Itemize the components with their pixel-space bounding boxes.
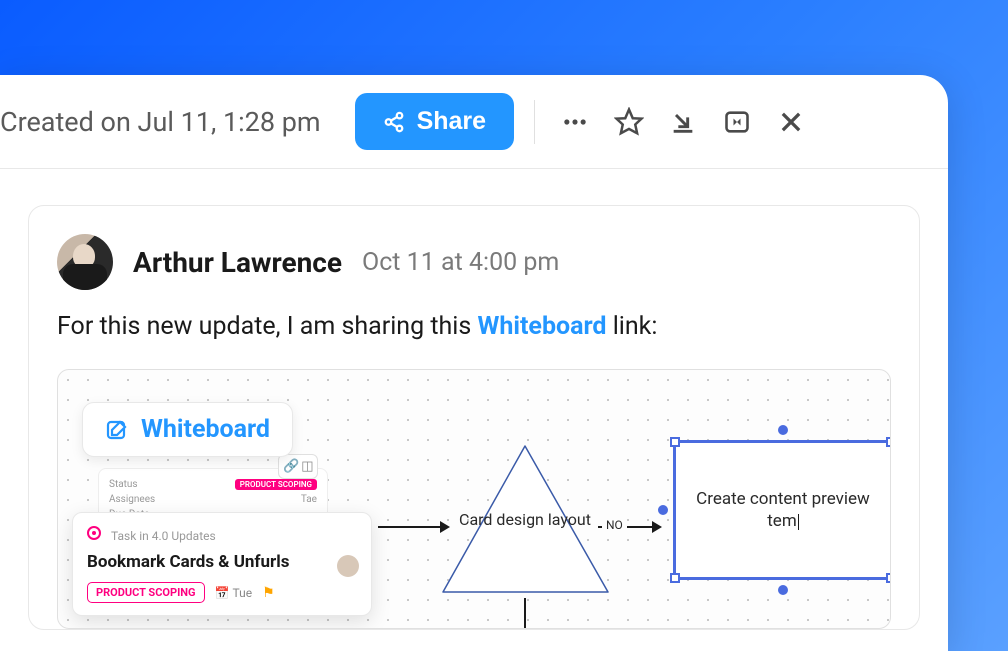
whiteboard-link[interactable]: Whiteboard <box>477 312 606 341</box>
task-breadcrumb: Task in 4.0 Updates <box>111 529 216 543</box>
comment-text-pre: For this new update, I am sharing this <box>57 312 477 341</box>
text-cursor <box>798 514 799 530</box>
bg-status-label: Status <box>109 479 138 490</box>
panel-icon <box>723 108 751 136</box>
resize-handle-tr[interactable] <box>886 437 891 447</box>
edge-label-no: NO <box>602 518 627 532</box>
toolbar-divider <box>534 100 535 144</box>
close-button[interactable] <box>771 102 811 142</box>
edge-handle-bottom[interactable] <box>778 585 788 595</box>
resize-handle-bl[interactable] <box>670 573 680 583</box>
triangle-text: Card design layout <box>450 510 600 531</box>
share-label: Share <box>417 107 486 136</box>
app-window: Created on Jul 11, 1:28 pm Share <box>0 75 948 651</box>
more-button[interactable] <box>555 102 595 142</box>
comment-card: Arthur Lawrence Oct 11 at 4:00 pm For th… <box>28 205 920 630</box>
author-avatar[interactable] <box>57 234 113 290</box>
assignee-avatar <box>337 555 359 577</box>
columns-icon: ◫ <box>301 459 313 474</box>
toolbar: Created on Jul 11, 1:28 pm Share <box>0 75 948 169</box>
bg-assignee-label: Assignees <box>109 494 155 505</box>
resize-handle-tl[interactable] <box>670 437 680 447</box>
task-due: 📅 Tue <box>215 586 253 600</box>
bg-status-value: PRODUCT SCOPING <box>235 479 317 490</box>
collapse-button[interactable] <box>663 102 703 142</box>
resize-handle-br[interactable] <box>886 573 891 583</box>
comment-header: Arthur Lawrence Oct 11 at 4:00 pm <box>57 234 891 290</box>
share-icon <box>383 111 405 133</box>
task-due-text: Tue <box>233 586 253 600</box>
edge-handle-left[interactable] <box>658 505 668 515</box>
comment-text-post: link: <box>607 312 658 341</box>
task-title: Bookmark Cards & Unfurls <box>87 552 357 572</box>
favorite-button[interactable] <box>609 102 649 142</box>
created-on-text: Created on Jul 11, 1:28 pm <box>0 106 321 138</box>
task-card[interactable]: Task in 4.0 Updates Bookmark Cards & Unf… <box>72 512 372 616</box>
whiteboard-preview[interactable]: Whiteboard 🔗 ◫ Status PRODUCT SCOPING Ass… <box>57 369 891 629</box>
whiteboard-icon <box>105 418 129 442</box>
connector-arrow-3 <box>524 598 526 629</box>
star-icon <box>614 107 644 137</box>
edge-handle-top[interactable] <box>778 425 788 435</box>
author-name: Arthur Lawrence <box>133 246 342 279</box>
record-icon <box>87 526 101 540</box>
rect-node[interactable]: Create content preview tem <box>673 440 891 580</box>
comment-timestamp: Oct 11 at 4:00 pm <box>362 248 559 277</box>
calendar-icon: 📅 <box>215 586 230 600</box>
whiteboard-badge-label: Whiteboard <box>141 415 270 444</box>
flag-icon: ⚑ <box>262 585 275 601</box>
comment-body: For this new update, I am sharing this W… <box>57 312 891 341</box>
share-button[interactable]: Share <box>355 93 514 150</box>
panel-button[interactable] <box>717 102 757 142</box>
whiteboard-badge[interactable]: Whiteboard <box>82 402 293 457</box>
task-meta: PRODUCT SCOPING 📅 Tue ⚑ <box>87 582 357 603</box>
arrow-down-right-icon <box>669 108 697 136</box>
mini-toolbar[interactable]: 🔗 ◫ <box>278 454 318 479</box>
close-icon <box>777 108 805 136</box>
bg-assignee-value: Tae <box>301 494 317 505</box>
rect-node-text: Create content preview tem <box>696 489 870 531</box>
ellipsis-icon <box>561 108 589 136</box>
task-tag: PRODUCT SCOPING <box>87 582 205 603</box>
link-icon: 🔗 <box>283 459 299 474</box>
